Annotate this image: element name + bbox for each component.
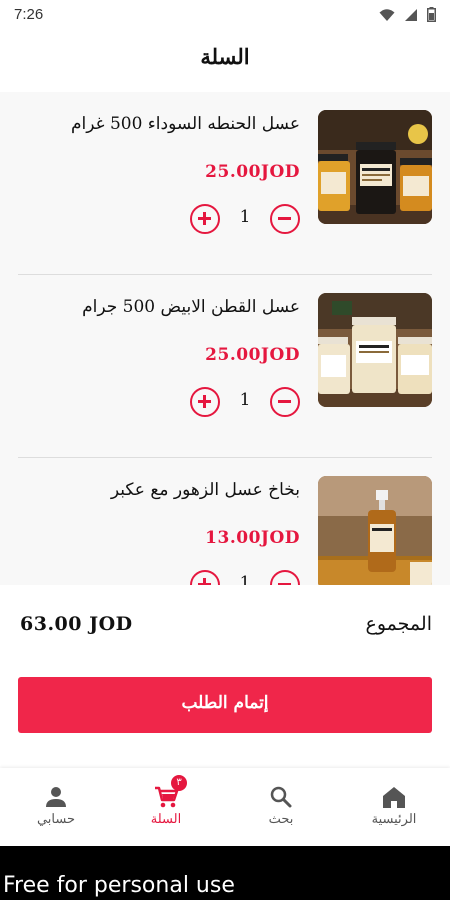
quantity-value: 1: [239, 573, 251, 585]
cart-count-badge: ٣: [171, 775, 187, 791]
battery-icon: [427, 7, 436, 22]
minus-icon: [278, 217, 291, 220]
increase-quantity-button[interactable]: [190, 570, 220, 585]
quantity-value: 1: [239, 390, 251, 410]
nav-label: حسابي: [36, 812, 76, 827]
decrease-quantity-button[interactable]: [270, 387, 300, 417]
bottom-nav: حسابي ٣ السلة بحث الرئيسية: [0, 768, 450, 846]
increase-quantity-button[interactable]: [190, 204, 220, 234]
increase-quantity-button[interactable]: [190, 387, 220, 417]
nav-item-search[interactable]: بحث: [241, 768, 321, 846]
cart-list[interactable]: عسل الحنطه السوداء 500 غرام 25.00JOD 1 ع…: [0, 92, 450, 585]
signal-icon: [405, 8, 417, 21]
nav-label: بحث: [268, 812, 294, 827]
quantity-value: 1: [239, 207, 251, 227]
footer-banner: Free for personal use: [0, 846, 450, 900]
footer-text: Free for personal use: [3, 873, 235, 898]
status-time: 7:26: [14, 6, 44, 23]
nav-label: السلة: [150, 812, 182, 827]
checkout-button[interactable]: إتمام الطلب: [18, 677, 432, 733]
product-price: 25.00JOD: [205, 162, 300, 182]
total-label: المجموع: [365, 613, 432, 635]
search-icon: [270, 786, 292, 808]
status-icons: [379, 7, 436, 22]
quantity-stepper: 1: [190, 204, 300, 236]
decrease-quantity-button[interactable]: [270, 204, 300, 234]
nav-label: الرئيسية: [371, 812, 417, 827]
nav-item-home[interactable]: الرئيسية: [354, 768, 434, 846]
product-price: 13.00JOD: [205, 528, 300, 548]
product-name: بخاخ عسل الزهور مع عكبر: [110, 480, 300, 500]
checkout-label: إتمام الطلب: [181, 693, 269, 713]
product-image[interactable]: [318, 293, 432, 407]
cart-item[interactable]: بخاخ عسل الزهور مع عكبر 13.00JOD 1: [0, 458, 450, 585]
nav-item-cart[interactable]: ٣ السلة: [126, 768, 206, 846]
cart-item[interactable]: عسل القطن الابيض 500 جرام 25.00JOD 1: [0, 275, 450, 458]
wifi-icon: [379, 8, 395, 21]
quantity-stepper: 1: [190, 387, 300, 419]
home-icon: [383, 787, 405, 808]
product-name: عسل القطن الابيض 500 جرام: [82, 297, 300, 317]
status-bar: 7:26: [0, 0, 450, 30]
product-name: عسل الحنطه السوداء 500 غرام: [71, 114, 300, 134]
decrease-quantity-button[interactable]: [270, 570, 300, 585]
header: السلة: [0, 30, 450, 92]
cart-item[interactable]: عسل الحنطه السوداء 500 غرام 25.00JOD 1: [0, 92, 450, 275]
minus-icon: [278, 400, 291, 403]
page-title: السلة: [200, 44, 250, 69]
person-icon: [46, 787, 66, 807]
product-image[interactable]: [318, 110, 432, 224]
quantity-stepper: 1: [190, 570, 300, 585]
product-image[interactable]: [318, 476, 432, 585]
product-price: 25.00JOD: [205, 345, 300, 365]
total-row: المجموع 63.00 JOD: [0, 585, 450, 670]
total-value: 63.00 JOD: [20, 613, 133, 635]
nav-item-account[interactable]: حسابي: [16, 768, 96, 846]
